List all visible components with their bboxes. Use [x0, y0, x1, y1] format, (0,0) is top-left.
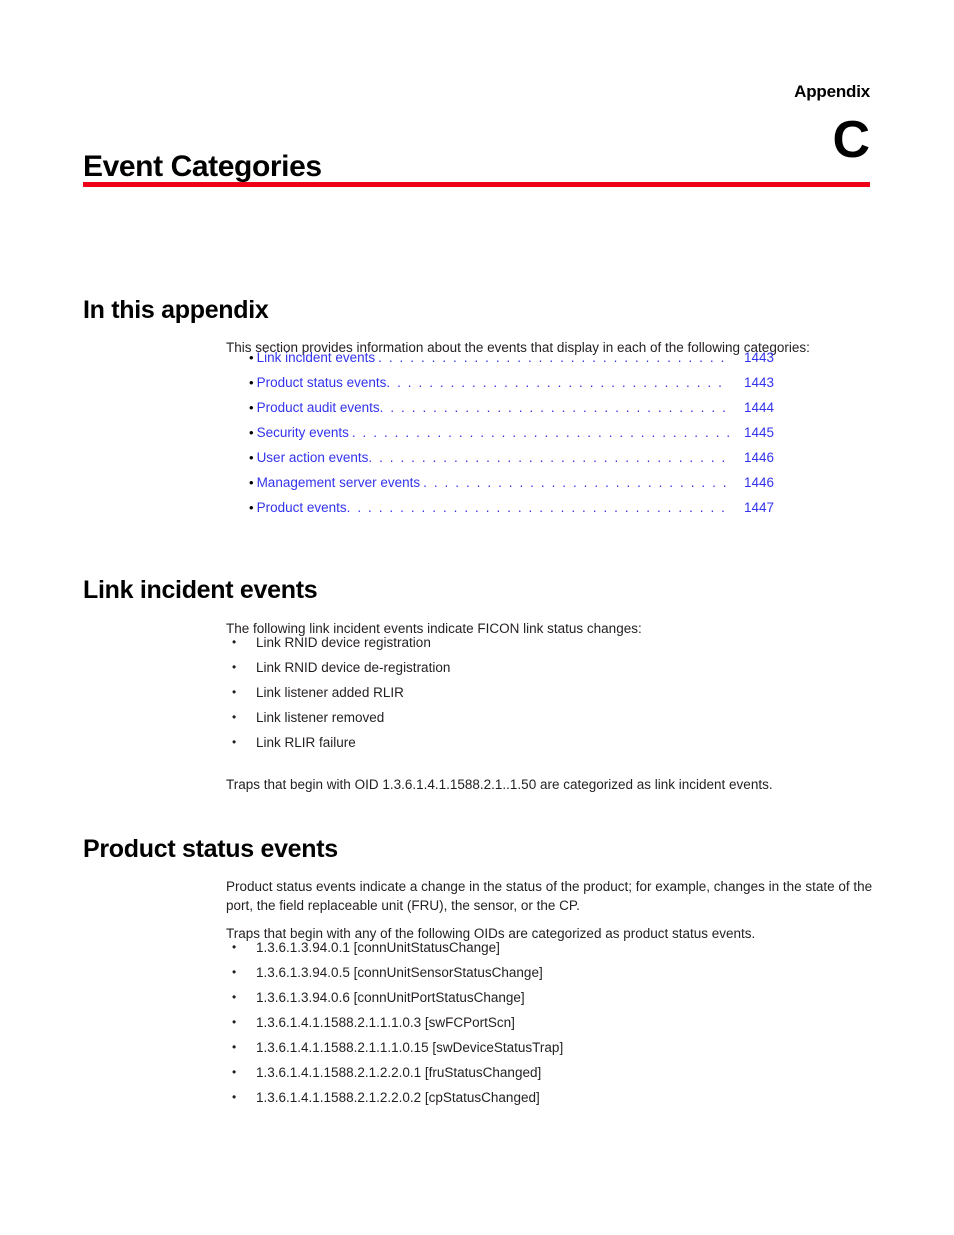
- list-item: • 1.3.6.1.4.1.1588.2.1.2.2.0.1 [fruStatu…: [232, 1060, 563, 1085]
- toc-leader-dots: . . . . . . . . . . . . . . . . . . . . …: [386, 375, 730, 390]
- bullet-icon: •: [249, 450, 254, 465]
- bullet-icon: •: [249, 475, 254, 490]
- list-item-label: Link RNID device de-registration: [256, 660, 451, 675]
- list-item: • Link RNID device de-registration: [232, 655, 450, 680]
- bullet-icon: •: [232, 1015, 237, 1029]
- toc-entry[interactable]: • Management server events . . . . . . .…: [249, 475, 774, 500]
- list-item-label: 1.3.6.1.4.1.1588.2.1.2.2.0.2 [cpStatusCh…: [256, 1090, 540, 1105]
- toc-entry-page[interactable]: 1443: [732, 375, 774, 390]
- product-status-description-paragraph: Product status events indicate a change …: [226, 878, 873, 913]
- section-heading-product-status-events: Product status events: [83, 834, 338, 863]
- bullet-icon: •: [249, 425, 254, 440]
- section-heading-link-incident-events: Link incident events: [83, 575, 318, 604]
- list-item-label: 1.3.6.1.4.1.1588.2.1.1.1.0.15 [swDeviceS…: [256, 1040, 564, 1055]
- toc-entry-label[interactable]: Security events: [257, 425, 349, 440]
- toc-entry[interactable]: • Security events . . . . . . . . . . . …: [249, 425, 774, 450]
- list-item: • 1.3.6.1.4.1.1588.2.1.1.1.0.3 [swFCPort…: [232, 1010, 563, 1035]
- bullet-icon: •: [232, 965, 237, 979]
- bullet-icon: •: [232, 1090, 237, 1104]
- document-page: Appendix C Event Categories In this appe…: [0, 0, 954, 1235]
- toc-entry[interactable]: • Product audit events . . . . . . . . .…: [249, 400, 774, 425]
- list-item: • 1.3.6.1.4.1.1588.2.1.2.2.0.2 [cpStatus…: [232, 1085, 563, 1110]
- toc-entry-label[interactable]: Product audit events: [257, 400, 380, 415]
- list-item-label: Link RNID device registration: [256, 635, 431, 650]
- list-item: • 1.3.6.1.3.94.0.5 [connUnitSensorStatus…: [232, 960, 563, 985]
- bullet-icon: •: [232, 990, 237, 1004]
- appendix-toc: • Link incident events . . . . . . . . .…: [249, 350, 774, 525]
- list-item: • Link RNID device registration: [232, 630, 450, 655]
- bullet-icon: •: [249, 350, 254, 365]
- toc-entry-page[interactable]: 1446: [732, 475, 774, 490]
- bullet-icon: •: [232, 1040, 237, 1054]
- bullet-icon: •: [232, 635, 237, 649]
- toc-entry[interactable]: • User action events . . . . . . . . . .…: [249, 450, 774, 475]
- list-item: • Link RLIR failure: [232, 730, 450, 755]
- product-status-oid-list: • 1.3.6.1.3.94.0.1 [connUnitStatusChange…: [232, 935, 563, 1110]
- toc-entry[interactable]: • Link incident events . . . . . . . . .…: [249, 350, 774, 375]
- bullet-icon: •: [249, 375, 254, 390]
- section-heading-in-this-appendix: In this appendix: [83, 295, 269, 324]
- toc-leader-dots: . . . . . . . . . . . . . . . . . . . . …: [378, 350, 730, 365]
- toc-leader-dots: . . . . . . . . . . . . . . . . . . . . …: [423, 475, 730, 490]
- link-incident-events-list: • Link RNID device registration • Link R…: [232, 630, 450, 755]
- bullet-icon: •: [232, 710, 237, 724]
- list-item: • Link listener added RLIR: [232, 680, 450, 705]
- page-title: Event Categories: [83, 150, 322, 184]
- toc-leader-dots: . . . . . . . . . . . . . . . . . . . . …: [346, 500, 730, 515]
- list-item: • 1.3.6.1.4.1.1588.2.1.1.1.0.15 [swDevic…: [232, 1035, 563, 1060]
- list-item-label: 1.3.6.1.3.94.0.5 [connUnitSensorStatusCh…: [256, 965, 543, 980]
- link-incident-traps-paragraph: Traps that begin with OID 1.3.6.1.4.1.15…: [226, 776, 773, 792]
- bullet-icon: •: [232, 940, 237, 954]
- toc-leader-dots: . . . . . . . . . . . . . . . . . . . . …: [368, 450, 730, 465]
- list-item-label: 1.3.6.1.3.94.0.1 [connUnitStatusChange]: [256, 940, 500, 955]
- list-item-label: Link listener removed: [256, 710, 385, 725]
- toc-leader-dots: . . . . . . . . . . . . . . . . . . . . …: [351, 425, 730, 440]
- list-item-label: 1.3.6.1.4.1.1588.2.1.1.1.0.3 [swFCPortSc…: [256, 1015, 515, 1030]
- appendix-label: Appendix: [794, 82, 870, 101]
- toc-entry-page[interactable]: 1445: [732, 425, 774, 440]
- bullet-icon: •: [232, 735, 237, 749]
- toc-entry-page[interactable]: 1447: [732, 500, 774, 515]
- title-divider-rule: [83, 182, 870, 187]
- list-item-label: Link RLIR failure: [256, 735, 356, 750]
- list-item-label: 1.3.6.1.4.1.1588.2.1.2.2.0.1 [fruStatusC…: [256, 1065, 542, 1080]
- toc-entry-page[interactable]: 1446: [732, 450, 774, 465]
- list-item: • 1.3.6.1.3.94.0.6 [connUnitPortStatusCh…: [232, 985, 563, 1010]
- bullet-icon: •: [249, 500, 254, 515]
- bullet-icon: •: [232, 660, 237, 674]
- bullet-icon: •: [232, 685, 237, 699]
- toc-entry-page[interactable]: 1443: [732, 350, 774, 365]
- toc-entry[interactable]: • Product status events . . . . . . . . …: [249, 375, 774, 400]
- list-item-label: 1.3.6.1.3.94.0.6 [connUnitPortStatusChan…: [256, 990, 525, 1005]
- toc-entry-page[interactable]: 1444: [732, 400, 774, 415]
- list-item: • 1.3.6.1.3.94.0.1 [connUnitStatusChange…: [232, 935, 563, 960]
- toc-entry-label[interactable]: Link incident events: [257, 350, 376, 365]
- bullet-icon: •: [232, 1065, 237, 1079]
- toc-entry-label[interactable]: Management server events: [257, 475, 421, 490]
- list-item: • Link listener removed: [232, 705, 450, 730]
- toc-entry[interactable]: • Product events . . . . . . . . . . . .…: [249, 500, 774, 525]
- toc-entry-label[interactable]: Product status events: [257, 375, 387, 390]
- toc-leader-dots: . . . . . . . . . . . . . . . . . . . . …: [379, 400, 730, 415]
- toc-entry-label[interactable]: Product events: [257, 500, 347, 515]
- toc-entry-label[interactable]: User action events: [257, 450, 369, 465]
- list-item-label: Link listener added RLIR: [256, 685, 404, 700]
- bullet-icon: •: [249, 400, 254, 415]
